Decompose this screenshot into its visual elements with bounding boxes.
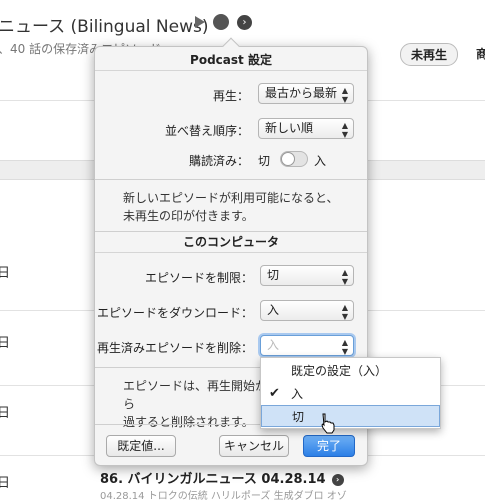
updown-arrows-icon: ▲ ▼ bbox=[341, 303, 348, 321]
list-day-label: 日 bbox=[0, 406, 11, 421]
list-day-label: 日 bbox=[0, 266, 11, 281]
delete-played-value: 入 bbox=[267, 338, 280, 352]
episode-row-title[interactable]: 86. バイリンガルニュース 04.28.14 › bbox=[100, 468, 344, 487]
download-episodes-value: 入 bbox=[267, 303, 280, 317]
delete-played-select[interactable]: 入 ▲ ▼ bbox=[260, 335, 354, 356]
menu-item-on-label: 入 bbox=[291, 387, 304, 401]
limit-episodes-select[interactable]: 切 ▲ ▼ bbox=[260, 265, 354, 286]
gear-icon[interactable] bbox=[213, 14, 229, 30]
menu-item-default[interactable]: 既定の設定（入） bbox=[261, 360, 440, 382]
download-episodes-select[interactable]: 入 ▲ ▼ bbox=[260, 300, 354, 321]
play-icon[interactable] bbox=[195, 16, 205, 28]
sort-value: 新しい順 bbox=[265, 121, 314, 135]
playback-label: 再生： bbox=[212, 89, 249, 103]
header-icons: › bbox=[195, 14, 252, 30]
updown-arrows-icon: ▲ ▼ bbox=[341, 268, 348, 286]
done-button[interactable]: 完了 bbox=[303, 435, 355, 457]
cancel-button[interactable]: キャンセル bbox=[219, 435, 289, 457]
section-divider bbox=[95, 179, 367, 180]
playback-value: 最古から最新 bbox=[265, 86, 338, 100]
mouse-cursor-icon bbox=[321, 413, 335, 434]
sort-label: 並べ替え順序： bbox=[164, 124, 249, 138]
defaults-button[interactable]: 既定値... bbox=[106, 435, 176, 457]
episode-row-subtitle: 04.28.14 トロクの伝統 ハリルポーズ 生成ダブロ オゾ bbox=[100, 491, 347, 502]
podcast-title: ニュース (Bilingual News) bbox=[0, 17, 209, 37]
sort-select[interactable]: 新しい順 ▲ ▼ bbox=[258, 118, 354, 139]
limit-episodes-value: 切 bbox=[267, 268, 280, 282]
unplayed-note: 新しいエピソードが利用可能になると、未再生の印が付きます。 bbox=[123, 191, 339, 223]
episode-arrow-icon[interactable]: › bbox=[331, 473, 344, 486]
subscribed-toggle[interactable] bbox=[280, 151, 308, 167]
playback-select[interactable]: 最古から最新 ▲ ▼ bbox=[258, 83, 354, 104]
this-computer-header: このコンピュータ bbox=[95, 231, 367, 253]
updown-arrows-icon: ▲ ▼ bbox=[341, 121, 348, 139]
list-day-label: 日 bbox=[0, 336, 11, 351]
updown-arrows-icon: ▲ ▼ bbox=[341, 338, 348, 356]
delete-note-line1: エピソードは、再生開始から bbox=[123, 379, 268, 411]
toggle-off-label: 切 bbox=[258, 154, 271, 168]
info-arrow-icon[interactable]: › bbox=[237, 14, 252, 30]
subscribed-label: 購読済み： bbox=[188, 154, 249, 168]
menu-item-off[interactable]: 切 bbox=[261, 405, 440, 427]
delete-note-line2: 過すると削除されます。 bbox=[123, 415, 254, 429]
menu-item-on[interactable]: ✔ 入 bbox=[261, 383, 440, 405]
unplayed-filter-button[interactable]: 未再生 bbox=[400, 43, 459, 66]
download-episodes-label: エピソードをダウンロード： bbox=[96, 306, 253, 320]
delete-played-menu: 既定の設定（入） ✔ 入 切 bbox=[260, 357, 441, 429]
episode-title-text: 86. バイリンガルニュース 04.28.14 bbox=[100, 472, 326, 487]
delete-note: エピソードは、再生開始から 過すると削除されます。 bbox=[123, 377, 273, 431]
checkmark-icon: ✔ bbox=[269, 386, 280, 401]
updown-arrows-icon: ▲ ▼ bbox=[341, 86, 348, 104]
truncated-filter-label[interactable]: 商 bbox=[476, 45, 485, 62]
list-day-label: 日 bbox=[0, 476, 11, 491]
delete-played-label: 再生済みエピソードを削除： bbox=[96, 341, 253, 355]
toggle-knob bbox=[281, 152, 295, 166]
limit-episodes-label: エピソードを制限： bbox=[144, 271, 253, 285]
toggle-on-label: 入 bbox=[314, 154, 327, 168]
